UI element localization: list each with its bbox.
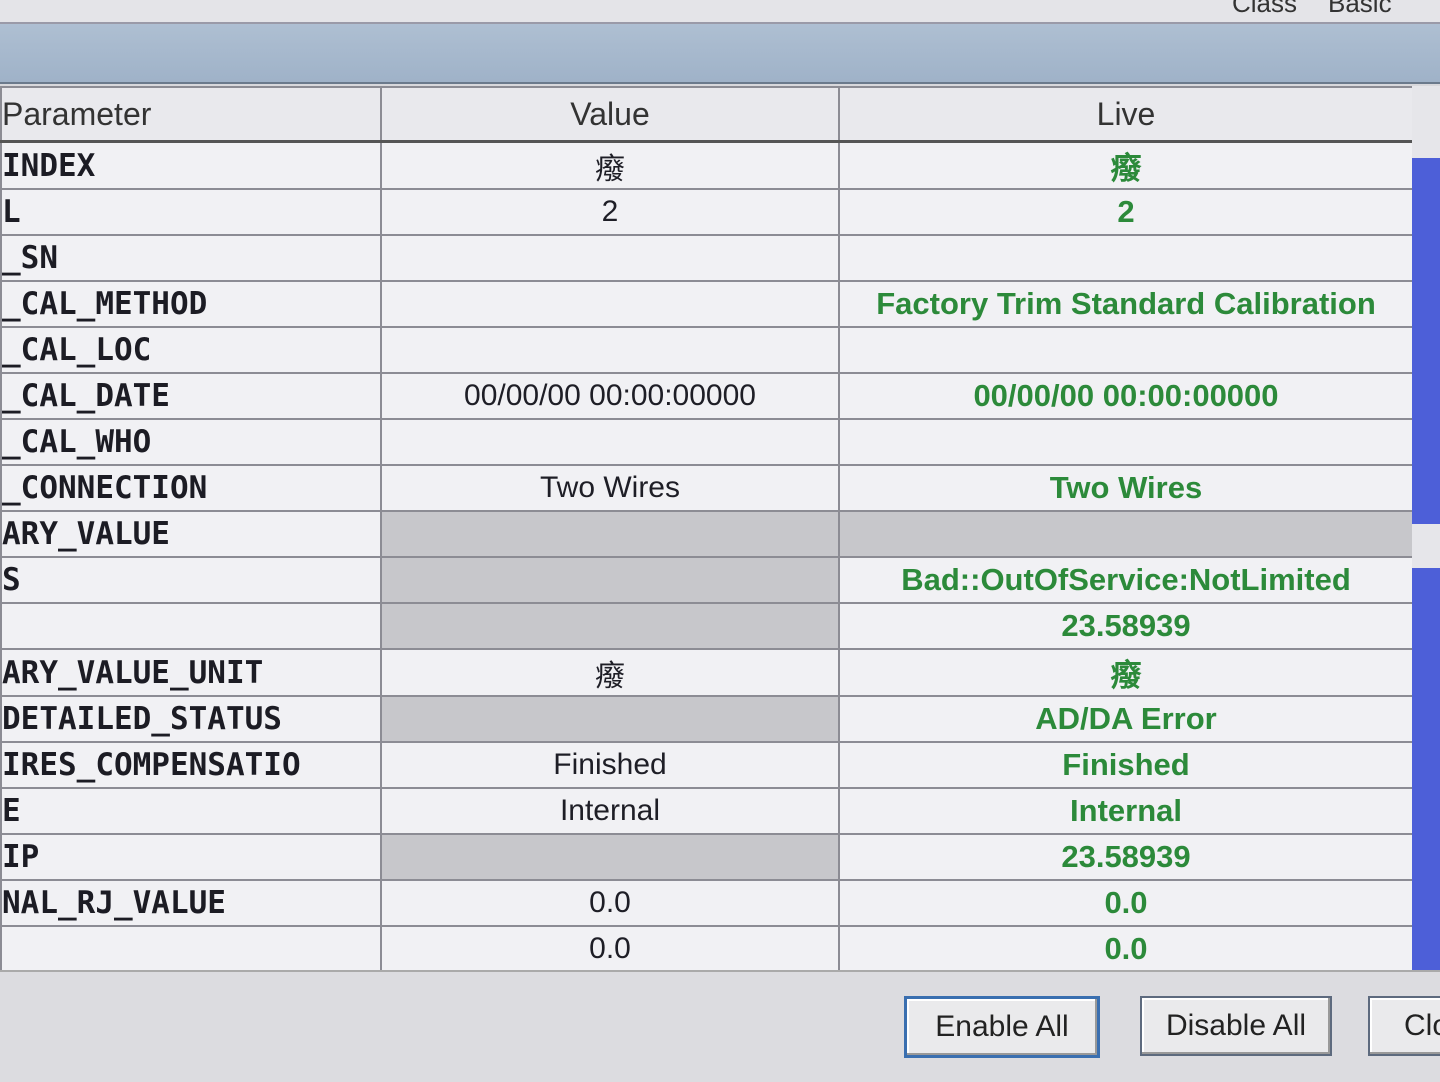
value-cell[interactable] — [380, 556, 840, 604]
live-cell — [838, 510, 1414, 558]
table-row[interactable]: DETAILED_STATUS AD/DA Error — [0, 695, 1414, 743]
parameter-cell: ARY_VALUE_UNIT — [0, 648, 382, 697]
table-row[interactable]: _SN — [0, 234, 1414, 282]
value-cell[interactable]: 癈 — [380, 648, 840, 697]
disable-all-button[interactable]: Disable All — [1140, 996, 1332, 1056]
live-cell — [838, 326, 1414, 374]
value-cell[interactable] — [380, 418, 840, 466]
parameter-cell: DETAILED_STATUS — [0, 695, 382, 743]
table-row[interactable]: ARY_VALUE_UNIT 癈癈 — [0, 648, 1414, 697]
value-cell[interactable]: Internal — [380, 787, 840, 835]
parameter-cell: NAL_RJ_VALUE — [0, 879, 382, 927]
value-cell[interactable] — [380, 833, 840, 881]
value-cell[interactable] — [380, 326, 840, 374]
value-cell[interactable]: 0.0 — [380, 925, 840, 970]
parameter-cell: INDEX — [0, 140, 382, 190]
parameter-cell — [0, 602, 382, 650]
button-bar: Enable All Disable All Clo — [0, 970, 1440, 1082]
table-row[interactable]: 0.0 0.0 — [0, 925, 1414, 970]
table-row[interactable]: IP 23.58939 — [0, 833, 1414, 881]
parameter-cell: ARY_VALUE — [0, 510, 382, 558]
value-cell[interactable] — [380, 510, 840, 558]
live-cell: 癈 — [838, 140, 1414, 190]
tab-basic[interactable]: Basic — [1328, 0, 1392, 19]
tab-class[interactable]: Class — [1232, 0, 1297, 19]
live-cell: AD/DA Error — [838, 695, 1414, 743]
table-row[interactable]: _CAL_WHO — [0, 418, 1414, 466]
table-row[interactable]: _CAL_METHOD Factory Trim Standard Calibra… — [0, 280, 1414, 328]
live-cell: Finished — [838, 741, 1414, 789]
close-button[interactable]: Clo — [1368, 996, 1440, 1056]
value-cell[interactable] — [380, 695, 840, 743]
live-cell: Internal — [838, 787, 1414, 835]
value-cell[interactable]: Finished — [380, 741, 840, 789]
table-body: INDEX 癈癈 L 2 2 _SN _CAL_METHOD Factory Trim Sta… — [0, 140, 1414, 970]
table-row[interactable]: INDEX 癈癈 — [0, 140, 1414, 190]
value-cell[interactable] — [380, 234, 840, 282]
value-cell[interactable] — [380, 602, 840, 650]
table-row[interactable]: E Internal Internal — [0, 787, 1414, 835]
scrollbar-gap — [1412, 524, 1440, 568]
parameter-cell: _SN — [0, 234, 382, 282]
value-cell[interactable]: 0.0 — [380, 879, 840, 927]
live-cell: 0.0 — [838, 879, 1414, 927]
value-cell[interactable]: 2 — [380, 188, 840, 236]
value-cell[interactable]: Two Wires — [380, 464, 840, 512]
parameter-cell: _CAL_WHO — [0, 418, 382, 466]
value-cell[interactable] — [380, 280, 840, 328]
live-cell — [838, 418, 1414, 466]
live-cell: 癈 — [838, 648, 1414, 697]
live-cell: Bad::OutOfService:NotLimited — [838, 556, 1414, 604]
live-cell: Factory Trim Standard Calibration — [838, 280, 1414, 328]
table-row[interactable]: _CAL_DATE 00/00/00 00:00:00000 00/00/00 00… — [0, 372, 1414, 420]
enable-all-button[interactable]: Enable All — [904, 996, 1100, 1058]
live-cell: Two Wires — [838, 464, 1414, 512]
live-cell: 23.58939 — [838, 602, 1414, 650]
column-header-parameter[interactable]: Parameter — [0, 86, 382, 143]
table-row[interactable]: NAL_RJ_VALUE 0.0 0.0 — [0, 879, 1414, 927]
table-row[interactable]: IRES_COMPENSATIO Finished Finished — [0, 741, 1414, 789]
value-cell[interactable]: 00/00/00 00:00:00000 — [380, 372, 840, 420]
live-cell: 00/00/00 00:00:00000 — [838, 372, 1414, 420]
parameter-cell: IP — [0, 833, 382, 881]
panel-title-bar — [0, 24, 1440, 84]
live-cell — [838, 234, 1414, 282]
top-tab-strip: Class Basic — [0, 0, 1440, 24]
vertical-scrollbar[interactable] — [1412, 86, 1440, 970]
parameter-cell: _CAL_METHOD — [0, 280, 382, 328]
live-cell: 0.0 — [838, 925, 1414, 970]
table-row[interactable]: _CAL_LOC — [0, 326, 1414, 374]
parameter-cell: L — [0, 188, 382, 236]
parameter-table: Parameter Value Live INDEX 癈癈 L 2 2 _SN _CAL_M… — [0, 86, 1414, 970]
parameter-cell: _CAL_DATE — [0, 372, 382, 420]
live-cell: 23.58939 — [838, 833, 1414, 881]
table-header-row: Parameter Value Live — [0, 86, 1414, 143]
value-cell[interactable]: 癈 — [380, 140, 840, 190]
parameter-grid: Parameter Value Live INDEX 癈癈 L 2 2 _SN _CAL_M… — [0, 86, 1440, 970]
parameter-cell: _CAL_LOC — [0, 326, 382, 374]
table-row[interactable]: 23.58939 — [0, 602, 1414, 650]
column-header-value[interactable]: Value — [380, 86, 840, 143]
parameter-cell: _CONNECTION — [0, 464, 382, 512]
column-header-live[interactable]: Live — [838, 86, 1414, 143]
table-row[interactable]: ARY_VALUE — [0, 510, 1414, 558]
scrollbar-header-gap — [1412, 86, 1440, 158]
table-row[interactable]: S Bad::OutOfService:NotLimited — [0, 556, 1414, 604]
parameter-cell: E — [0, 787, 382, 835]
parameter-cell: S — [0, 556, 382, 604]
parameter-cell — [0, 925, 382, 970]
live-cell: 2 — [838, 188, 1414, 236]
table-row[interactable]: _CONNECTION Two Wires Two Wires — [0, 464, 1414, 512]
parameter-cell: IRES_COMPENSATIO — [0, 741, 382, 789]
table-row[interactable]: L22 — [0, 188, 1414, 236]
